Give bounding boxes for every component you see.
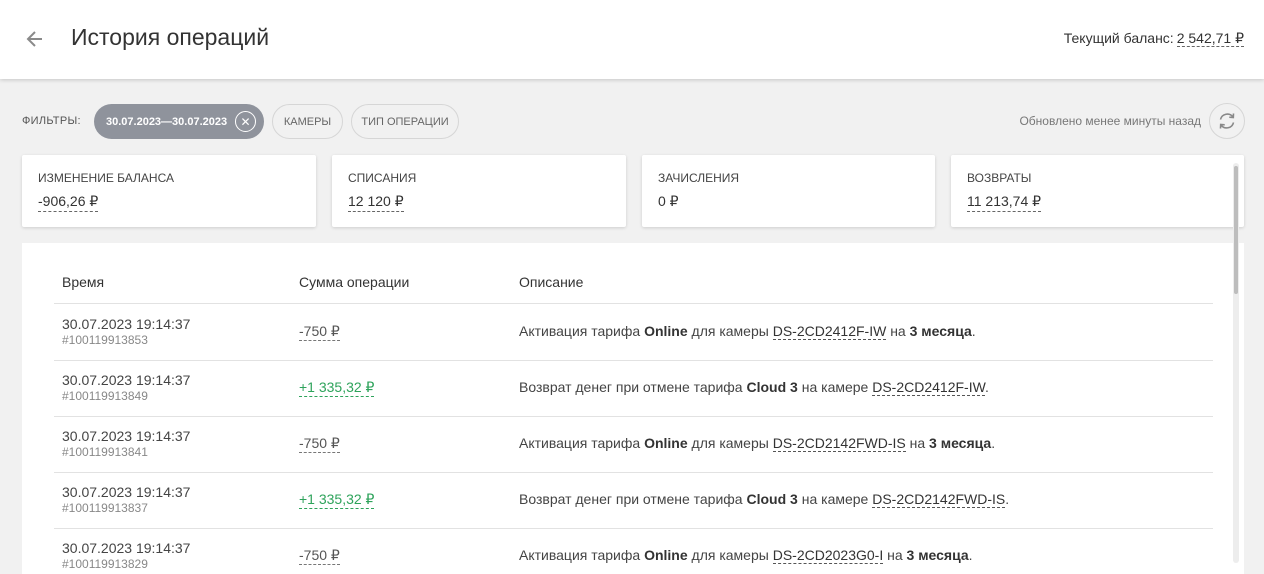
row-amount[interactable]: -750 ₽ bbox=[299, 323, 340, 341]
tariff-name: Online bbox=[644, 323, 688, 339]
row-id: #100119913837 bbox=[62, 501, 148, 515]
desc-text: Активация тарифа bbox=[519, 435, 645, 451]
amount-value[interactable]: +1 335,32 ₽ bbox=[299, 379, 375, 397]
desc-text: для камеры bbox=[687, 435, 773, 451]
divider bbox=[54, 472, 1213, 473]
row-amount[interactable]: -750 ₽ bbox=[299, 435, 340, 453]
column-header-description: Описание bbox=[519, 274, 584, 290]
row-id: #100119913853 bbox=[62, 333, 148, 347]
desc-text: . bbox=[968, 547, 973, 563]
camera-link[interactable]: DS-2CD2142FWD-IS bbox=[772, 435, 906, 452]
divider bbox=[54, 528, 1213, 529]
desc-text: на bbox=[905, 435, 930, 451]
updated-status: Обновлено менее минуты назад bbox=[1019, 114, 1201, 128]
desc-text: на bbox=[883, 547, 907, 563]
summary-card-credits: ЗАЧИСЛЕНИЯ 0 ₽ bbox=[642, 155, 935, 227]
desc-text: для камеры bbox=[687, 547, 773, 563]
camera-link[interactable]: DS-2CD2142FWD-IS bbox=[872, 491, 1006, 508]
row-id: #100119913829 bbox=[62, 557, 148, 571]
refresh-button[interactable] bbox=[1209, 103, 1245, 139]
period: 3 месяца bbox=[906, 547, 969, 563]
summary-label: ВОЗВРАТЫ bbox=[967, 171, 1032, 185]
desc-text: Активация тарифа bbox=[519, 547, 645, 563]
row-amount[interactable]: +1 335,32 ₽ bbox=[299, 379, 375, 397]
period: 3 месяца bbox=[909, 323, 972, 339]
summary-value[interactable]: 11 213,74 ₽ bbox=[967, 193, 1042, 212]
date-filter-chip[interactable]: 30.07.2023—30.07.2023 ✕ bbox=[94, 104, 264, 139]
amount-value[interactable]: -750 ₽ bbox=[299, 323, 340, 341]
row-id: #100119913849 bbox=[62, 389, 148, 403]
tariff-name: Cloud 3 bbox=[746, 379, 798, 395]
camera-link[interactable]: DS-2CD2412F-IW bbox=[872, 379, 986, 396]
row-time: 30.07.2023 19:14:37 bbox=[62, 540, 191, 556]
filters-label: ФИЛЬТРЫ: bbox=[22, 115, 81, 127]
operation-type-filter-chip[interactable]: ТИП ОПЕРАЦИИ bbox=[351, 104, 459, 139]
tariff-name: Online bbox=[644, 547, 688, 563]
row-description: Возврат денег при отмене тарифа Cloud 3 … bbox=[519, 379, 989, 396]
amount-value[interactable]: +1 335,32 ₽ bbox=[299, 491, 375, 509]
row-id: #100119913841 bbox=[62, 445, 148, 459]
amount-value[interactable]: -750 ₽ bbox=[299, 547, 340, 565]
divider bbox=[54, 416, 1213, 417]
row-amount[interactable]: +1 335,32 ₽ bbox=[299, 491, 375, 509]
summary-label: ИЗМЕНЕНИЕ БАЛАНСА bbox=[38, 171, 175, 185]
close-icon[interactable]: ✕ bbox=[235, 111, 256, 132]
row-description: Активация тарифа Online для камеры DS-2C… bbox=[519, 323, 976, 340]
scrollbar-thumb[interactable] bbox=[1234, 166, 1238, 294]
column-header-amount: Сумма операции bbox=[299, 274, 410, 290]
amount-value[interactable]: -750 ₽ bbox=[299, 435, 340, 453]
row-description: Возврат денег при отмене тарифа Cloud 3 … bbox=[519, 491, 1010, 508]
current-balance: Текущий баланс: 2 542,71 ₽ bbox=[1064, 30, 1244, 47]
desc-text: на камере bbox=[797, 379, 873, 395]
balance-value[interactable]: 2 542,71 ₽ bbox=[1176, 30, 1244, 47]
desc-text: Возврат денег при отмене тарифа bbox=[519, 491, 747, 507]
row-time: 30.07.2023 19:14:37 bbox=[62, 316, 191, 332]
row-description: Активация тарифа Online для камеры DS-2C… bbox=[519, 435, 996, 452]
summary-card-balance-change: ИЗМЕНЕНИЕ БАЛАНСА -906,26 ₽ bbox=[22, 155, 316, 227]
balance-label: Текущий баланс: bbox=[1063, 30, 1174, 46]
summary-value[interactable]: -906,26 ₽ bbox=[38, 193, 99, 212]
desc-text: . bbox=[1005, 491, 1010, 507]
header-bar: История операций Текущий баланс: 2 542,71… bbox=[0, 0, 1264, 79]
refresh-icon bbox=[1219, 113, 1235, 129]
camera-link[interactable]: DS-2CD2412F-IW bbox=[772, 323, 887, 340]
tariff-name: Cloud 3 bbox=[746, 491, 798, 507]
page-title: История операций bbox=[71, 24, 270, 50]
operations-table bbox=[22, 243, 1244, 574]
summary-value[interactable]: 12 120 ₽ bbox=[348, 193, 404, 212]
row-time: 30.07.2023 19:14:37 bbox=[62, 484, 191, 500]
period: 3 месяца bbox=[929, 435, 992, 451]
summary-card-charges: СПИСАНИЯ 12 120 ₽ bbox=[332, 155, 626, 227]
divider bbox=[54, 303, 1213, 304]
desc-text: на bbox=[886, 323, 910, 339]
desc-text: . bbox=[971, 323, 976, 339]
summary-card-refunds: ВОЗВРАТЫ 11 213,74 ₽ bbox=[951, 155, 1244, 227]
column-header-time: Время bbox=[62, 274, 105, 290]
desc-text: Возврат денег при отмене тарифа bbox=[519, 379, 747, 395]
desc-text: на камере bbox=[797, 491, 873, 507]
summary-label: ЗАЧИСЛЕНИЯ bbox=[658, 171, 740, 185]
desc-text: Активация тарифа bbox=[519, 323, 645, 339]
tariff-name: Online bbox=[644, 435, 688, 451]
row-time: 30.07.2023 19:14:37 bbox=[62, 428, 191, 444]
row-description: Активация тарифа Online для камеры DS-2C… bbox=[519, 547, 973, 564]
desc-text: . bbox=[985, 379, 989, 395]
row-time: 30.07.2023 19:14:37 bbox=[62, 372, 191, 388]
desc-text: для камеры bbox=[687, 323, 773, 339]
camera-link[interactable]: DS-2CD2023G0-I bbox=[772, 547, 884, 564]
back-arrow-icon[interactable] bbox=[24, 28, 46, 50]
divider bbox=[54, 360, 1213, 361]
summary-value: 0 ₽ bbox=[658, 193, 679, 209]
cameras-filter-chip[interactable]: КАМЕРЫ bbox=[272, 104, 343, 139]
date-filter-label: 30.07.2023—30.07.2023 bbox=[106, 115, 228, 128]
summary-label: СПИСАНИЯ bbox=[348, 171, 417, 185]
desc-text: . bbox=[991, 435, 996, 451]
row-amount[interactable]: -750 ₽ bbox=[299, 547, 340, 565]
